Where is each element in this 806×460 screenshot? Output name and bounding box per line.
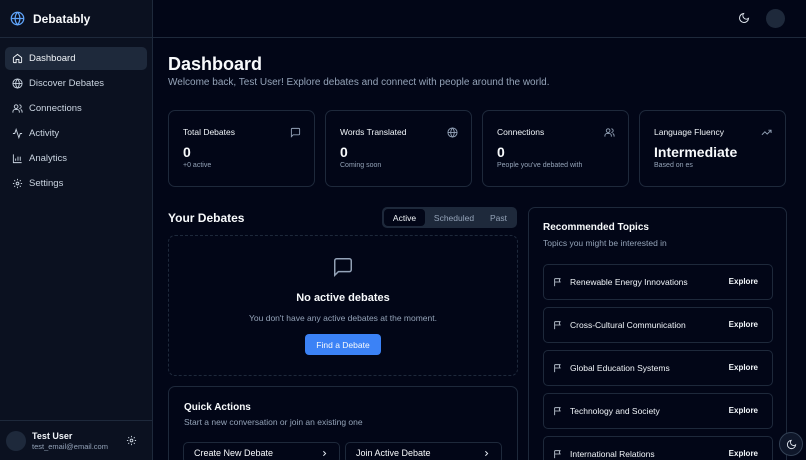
find-debate-button[interactable]: Find a Debate [305, 334, 381, 355]
topic-item[interactable]: Renewable Energy Innovations Explore [543, 264, 773, 300]
tab-past[interactable]: Past [483, 209, 514, 226]
topic-label: International Relations [570, 449, 655, 459]
activity-icon [12, 128, 23, 139]
globe-logo-icon [10, 11, 25, 26]
page-title: Dashboard [168, 54, 263, 74]
sidebar-item-label: Settings [29, 178, 64, 189]
explore-button[interactable]: Explore [729, 406, 758, 415]
recommended-topics-card: Recommended Topics Topics you might be i… [528, 207, 787, 460]
recommended-subtitle: Topics you might be interested in [543, 238, 667, 248]
sidebar-item-discover-debates[interactable]: Discover Debates [5, 72, 147, 95]
flag-icon [554, 278, 561, 287]
globe-icon [12, 78, 23, 89]
flag-icon [554, 407, 561, 416]
stat-card-connections: Connections 0 People you've debated with [482, 110, 629, 187]
empty-text: You don't have any active debates at the… [249, 313, 437, 323]
user-profile[interactable]: Test User test_email@email.com [0, 420, 153, 460]
sidebar-item-label: Connections [29, 103, 82, 114]
stat-value: 0 [340, 144, 348, 160]
quick-actions-subtitle: Start a new conversation or join an exis… [184, 417, 363, 427]
stat-value: Intermediate [654, 144, 738, 160]
chevron-right-icon [323, 450, 327, 457]
empty-title: No active debates [296, 292, 390, 304]
tab-active[interactable]: Active [384, 209, 425, 226]
sidebar-item-settings[interactable]: Settings [5, 172, 147, 195]
bar-chart-icon [12, 154, 22, 164]
home-icon [12, 53, 23, 64]
message-square-icon [334, 258, 352, 278]
recommended-title: Recommended Topics [543, 222, 649, 233]
stat-title: Words Translated [340, 127, 407, 137]
users-icon [12, 104, 23, 113]
stat-card-total-debates: Total Debates 0 +0 active [168, 110, 315, 187]
topic-label: Renewable Energy Innovations [570, 277, 688, 287]
explore-button[interactable]: Explore [729, 449, 758, 458]
sidebar: Debatably Dashboard Discover Debates Con… [0, 0, 153, 460]
join-debate-button[interactable]: Join Active Debate [345, 442, 502, 460]
topic-item[interactable]: Global Education Systems Explore [543, 350, 773, 386]
user-email: test_email@email.com [32, 441, 108, 451]
topic-item[interactable]: Technology and Society Explore [543, 393, 773, 429]
globe-icon [447, 127, 458, 138]
moon-icon[interactable] [738, 12, 750, 24]
gear-icon[interactable] [126, 435, 137, 446]
sidebar-item-label: Analytics [29, 153, 68, 164]
chevron-right-icon [485, 450, 489, 457]
sidebar-item-label: Discover Debates [29, 78, 104, 89]
stat-note: People you've debated with [497, 162, 583, 169]
stat-title: Connections [497, 127, 545, 137]
avatar[interactable] [6, 430, 26, 451]
stat-title: Language Fluency [654, 127, 724, 137]
gear-icon [12, 178, 23, 189]
your-debates-title: Your Debates [168, 211, 245, 225]
debate-tabs: Active Scheduled Past [382, 207, 517, 228]
message-square-icon [290, 127, 301, 138]
top-bar [153, 0, 806, 38]
explore-button[interactable]: Explore [729, 277, 758, 286]
sidebar-item-activity[interactable]: Activity [5, 122, 147, 145]
user-name: Test User [32, 430, 73, 441]
page-subtitle: Welcome back, Test User! Explore debates… [168, 77, 550, 88]
create-debate-button[interactable]: Create New Debate [183, 442, 340, 460]
stat-card-language-fluency: Language Fluency Intermediate Based on e… [639, 110, 786, 187]
tab-scheduled[interactable]: Scheduled [425, 209, 483, 226]
app-name: Debatably [33, 11, 91, 26]
stat-note: +0 active [183, 162, 212, 169]
users-icon [604, 128, 615, 137]
quick-actions-title: Quick Actions [184, 402, 251, 413]
stat-title: Total Debates [183, 127, 235, 137]
moon-icon [786, 439, 796, 449]
topic-label: Cross-Cultural Communication [570, 320, 686, 330]
stat-card-words-translated: Words Translated 0 Coming soon [325, 110, 472, 187]
sidebar-item-analytics[interactable]: Analytics [5, 147, 147, 170]
trending-up-icon [761, 129, 772, 136]
brand[interactable]: Debatably [0, 0, 152, 38]
stat-note: Coming soon [340, 162, 382, 169]
empty-debates-panel: No active debates You don't have any act… [168, 235, 518, 376]
topic-item[interactable]: Cross-Cultural Communication Explore [543, 307, 773, 343]
theme-toggle-button[interactable] [779, 432, 803, 456]
quick-actions-card: Quick Actions Start a new conversation o… [168, 386, 518, 460]
explore-button[interactable]: Explore [729, 363, 758, 372]
sidebar-item-label: Dashboard [29, 53, 76, 64]
sidebar-nav: Dashboard Discover Debates Connections A… [0, 38, 152, 206]
stat-note: Based on es [654, 162, 693, 169]
topic-label: Technology and Society [570, 406, 660, 416]
flag-icon [554, 321, 561, 330]
topic-label: Global Education Systems [570, 363, 670, 373]
sidebar-item-dashboard[interactable]: Dashboard [5, 47, 147, 70]
sidebar-item-connections[interactable]: Connections [5, 97, 147, 120]
button-label: Join Active Debate [356, 448, 431, 458]
avatar[interactable] [766, 9, 785, 28]
stat-value: 0 [183, 144, 191, 160]
sidebar-item-label: Activity [29, 128, 60, 139]
button-label: Create New Debate [194, 448, 274, 458]
flag-icon [554, 364, 561, 373]
stat-value: 0 [497, 144, 505, 160]
topic-item[interactable]: International Relations Explore [543, 436, 773, 460]
flag-icon [554, 450, 561, 459]
explore-button[interactable]: Explore [729, 320, 758, 329]
